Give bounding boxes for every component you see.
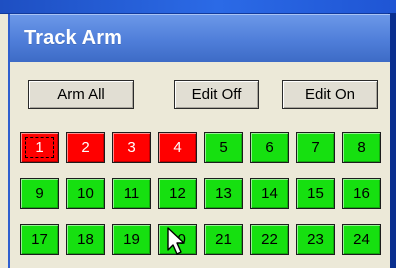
track-button-10[interactable]: 10	[66, 178, 105, 209]
edit-off-button[interactable]: Edit Off	[174, 80, 259, 109]
track-button-19[interactable]: 19	[112, 224, 151, 255]
track-button-7[interactable]: 7	[296, 132, 335, 163]
track-button-20[interactable]: 20	[158, 224, 197, 255]
track-button-21[interactable]: 21	[204, 224, 243, 255]
edit-on-button[interactable]: Edit On	[282, 80, 378, 109]
track-button-8[interactable]: 8	[342, 132, 381, 163]
track-button-18[interactable]: 18	[66, 224, 105, 255]
track-button-17[interactable]: 17	[20, 224, 59, 255]
window-top-strip	[0, 0, 396, 14]
track-button-11[interactable]: 11	[112, 178, 151, 209]
panel-titlebar: Track Arm	[10, 14, 390, 62]
track-button-5[interactable]: 5	[204, 132, 243, 163]
track-button-2[interactable]: 2	[66, 132, 105, 163]
arm-all-button[interactable]: Arm All	[28, 80, 134, 109]
track-arm-panel: Track Arm Arm All Edit Off Edit On 12345…	[8, 14, 390, 268]
track-button-14[interactable]: 14	[250, 178, 289, 209]
track-button-22[interactable]: 22	[250, 224, 289, 255]
track-button-12[interactable]: 12	[158, 178, 197, 209]
track-button-15[interactable]: 15	[296, 178, 335, 209]
track-button-4[interactable]: 4	[158, 132, 197, 163]
track-grid: 1 2 3 4 5 6 7 8 9 10 11 12 13 14 15 16 17 18 19 20 21 22 23 24	[20, 132, 384, 258]
track-button-9[interactable]: 9	[20, 178, 59, 209]
track-button-1[interactable]: 1	[20, 132, 59, 163]
panel-content: Arm All Edit Off Edit On 1 2 3 4 5 6 7 8 9 10 11 12…	[10, 62, 390, 268]
app-window: Track Arm Arm All Edit Off Edit On 12345…	[0, 0, 396, 268]
track-button-3[interactable]: 3	[112, 132, 151, 163]
panel-title: Track Arm	[24, 27, 122, 49]
track-button-16[interactable]: 16	[342, 178, 381, 209]
track-button-6[interactable]: 6	[250, 132, 289, 163]
track-button-23[interactable]: 23	[296, 224, 335, 255]
track-button-24[interactable]: 24	[342, 224, 381, 255]
track-button-13[interactable]: 13	[204, 178, 243, 209]
